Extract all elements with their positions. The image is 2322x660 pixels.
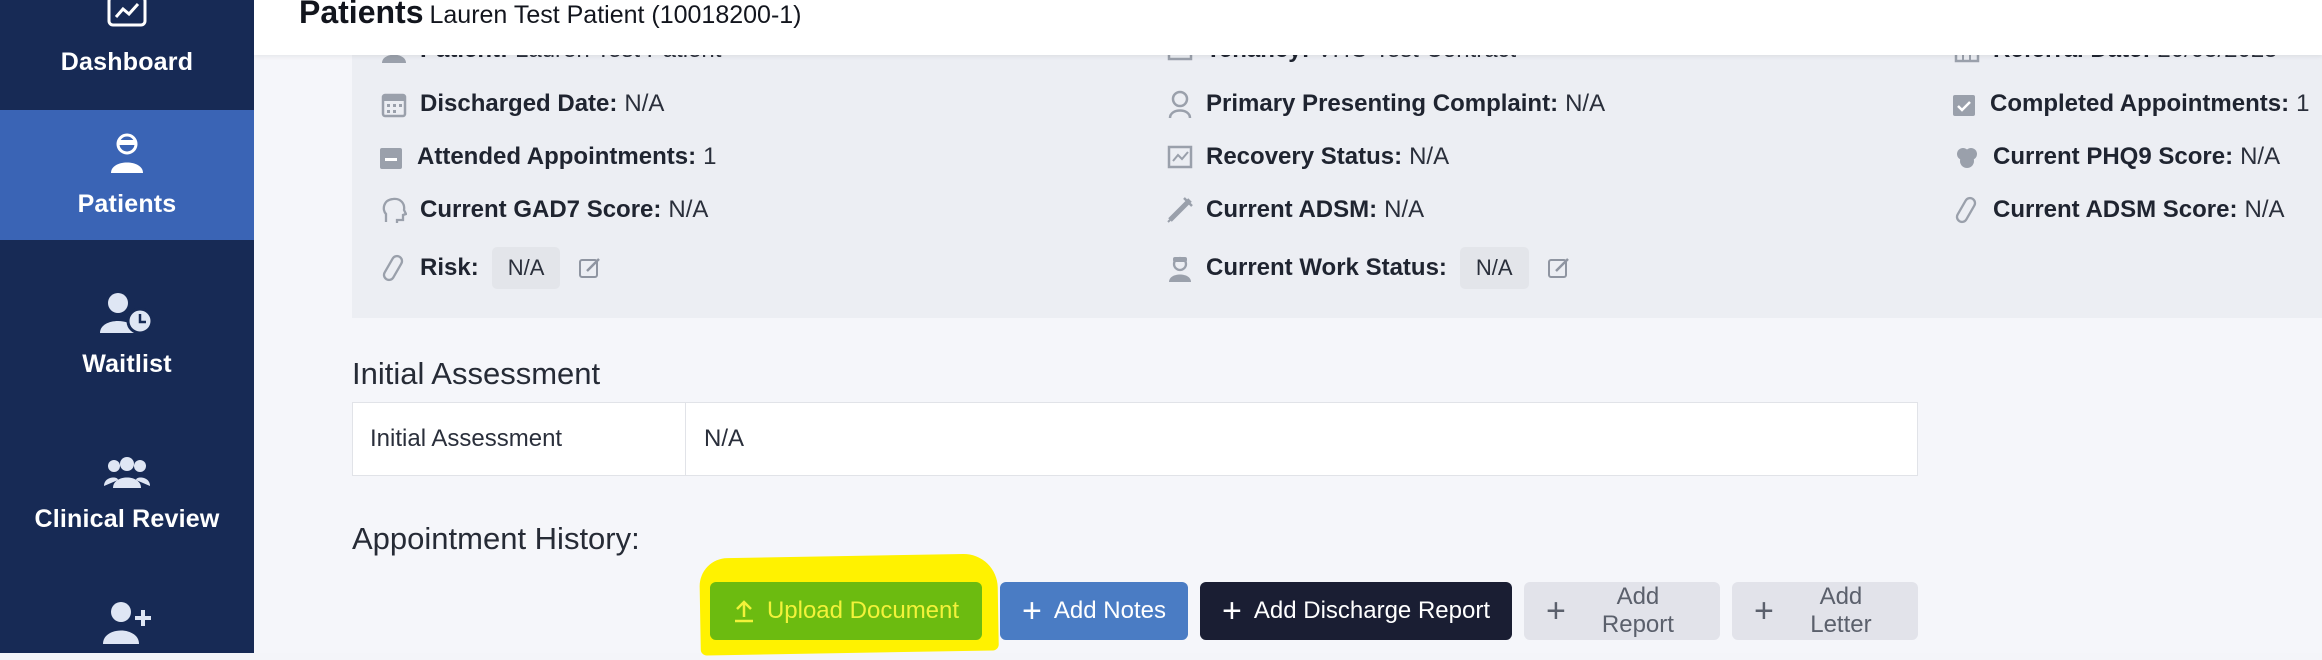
- edit-work-status-icon[interactable]: [1547, 256, 1571, 280]
- info-discharged-date: Discharged Date: N/A: [380, 90, 664, 118]
- risk-value-chip: N/A: [491, 247, 561, 289]
- edit-risk-icon[interactable]: [578, 256, 602, 280]
- calendar-check-icon: [1950, 90, 1978, 118]
- info-current-phq9: Current PHQ9 Score: N/A: [1953, 143, 2280, 171]
- initial-assessment-label-cell: Initial Assessment: [353, 403, 686, 475]
- info-attended-appointments: Attended Appointments: 1: [377, 143, 716, 171]
- sidebar: Dashboard Patients Waitlist Clinical Rev…: [0, 0, 254, 653]
- sidebar-item-add-user[interactable]: [0, 590, 254, 660]
- info-current-adsm: Current ADSM: N/A: [1166, 196, 1424, 224]
- sidebar-item-patients[interactable]: Patients: [0, 110, 254, 240]
- add-report-button[interactable]: + Add Report: [1524, 582, 1720, 640]
- info-work-status: Current Work Status: N/A: [1166, 247, 1571, 289]
- info-current-gad7: Current GAD7 Score: N/A: [380, 196, 708, 224]
- info-recovery-status: Recovery Status: N/A: [1166, 143, 1449, 171]
- page-title: Patients Lauren Test Patient (10018200-1): [299, 0, 802, 31]
- sidebar-item-dashboard[interactable]: Dashboard: [0, 0, 254, 110]
- work-status-value-chip: N/A: [1459, 247, 1529, 289]
- add-notes-button[interactable]: + Add Notes: [1000, 582, 1188, 640]
- sidebar-item-waitlist[interactable]: Waitlist: [0, 270, 254, 400]
- pill-icon: [380, 254, 408, 282]
- syringe-icon: [1166, 196, 1194, 224]
- calendar-minus-icon: [377, 143, 405, 171]
- info-risk: Risk: N/A: [380, 247, 602, 289]
- add-letter-button[interactable]: + Add Letter: [1732, 582, 1918, 640]
- page-title-text: Patients: [299, 0, 424, 30]
- clinical-review-icon: [104, 456, 150, 495]
- chart-box-icon: [1166, 143, 1194, 171]
- appointment-history-heading: Appointment History:: [352, 521, 640, 556]
- person-head-icon: [1166, 90, 1194, 118]
- waitlist-icon: [100, 291, 154, 340]
- plus-icon: +: [1754, 592, 1774, 630]
- add-user-icon: [101, 600, 153, 649]
- sidebar-item-label: Clinical Review: [34, 505, 220, 533]
- sidebar-item-clinical-review[interactable]: Clinical Review: [0, 430, 254, 560]
- sidebar-item-label: Waitlist: [82, 350, 172, 378]
- info-primary-complaint: Primary Presenting Complaint: N/A: [1166, 90, 1605, 118]
- upload-document-button[interactable]: Upload Document: [710, 582, 982, 640]
- dashboard-icon: [106, 0, 148, 38]
- brain-icon: [1953, 143, 1981, 171]
- initial-assessment-heading: Initial Assessment: [352, 356, 601, 391]
- info-current-adsm-score: Current ADSM Score: N/A: [1953, 196, 2285, 224]
- initial-assessment-value-cell: N/A: [704, 425, 745, 452]
- worker-icon: [1166, 254, 1194, 282]
- page-subtitle: Lauren Test Patient (10018200-1): [429, 1, 802, 29]
- upload-icon: [733, 599, 755, 623]
- pill-icon: [1953, 196, 1981, 224]
- calendar-icon: [380, 90, 408, 118]
- add-discharge-report-button[interactable]: + Add Discharge Report: [1200, 582, 1512, 640]
- patient-icon: [105, 131, 149, 180]
- plus-icon: +: [1222, 592, 1242, 630]
- sidebar-item-label: Dashboard: [60, 48, 194, 76]
- plus-icon: +: [1546, 592, 1566, 630]
- info-completed-appointments: Completed Appointments: 1: [1950, 90, 2309, 118]
- page-header: Patients Lauren Test Patient (10018200-1): [254, 0, 2322, 55]
- initial-assessment-table: Initial Assessment N/A: [352, 402, 1918, 476]
- head-profile-icon: [380, 196, 408, 224]
- plus-icon: +: [1022, 592, 1042, 630]
- sidebar-item-label: Patients: [77, 190, 177, 218]
